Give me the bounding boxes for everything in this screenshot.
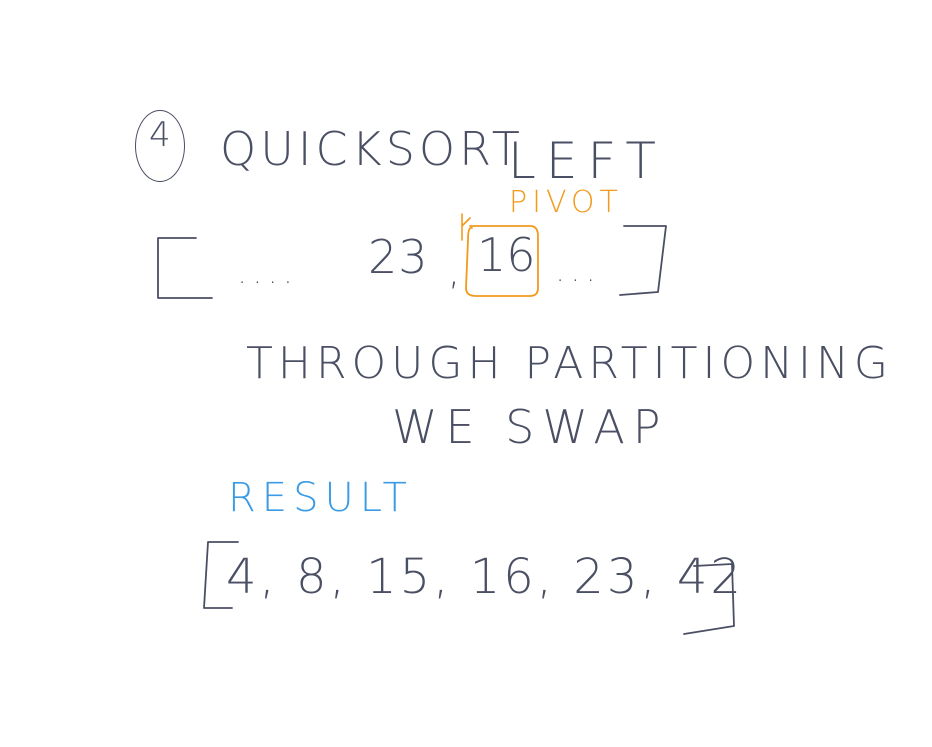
- right-bracket-top-array: [619, 225, 667, 296]
- whiteboard: 4 QUICKSORT LEFT PIVOT .... 23 , 16 ... …: [0, 0, 932, 747]
- note-line-2: WE SWAP: [392, 400, 669, 454]
- array-left-ellipsis: ....: [238, 260, 300, 290]
- pivot-value: 16: [477, 228, 536, 282]
- left-bracket-top-array: [157, 237, 213, 299]
- array-comma: ,: [448, 249, 461, 293]
- array-value-23: 23: [368, 230, 429, 284]
- note-line-1: THROUGH PARTITIONING: [246, 338, 893, 389]
- result-array-values: 4, 8, 15, 16, 23, 42: [226, 549, 744, 605]
- array-right-ellipsis: ...: [556, 258, 602, 288]
- result-label: RESULT: [228, 475, 413, 521]
